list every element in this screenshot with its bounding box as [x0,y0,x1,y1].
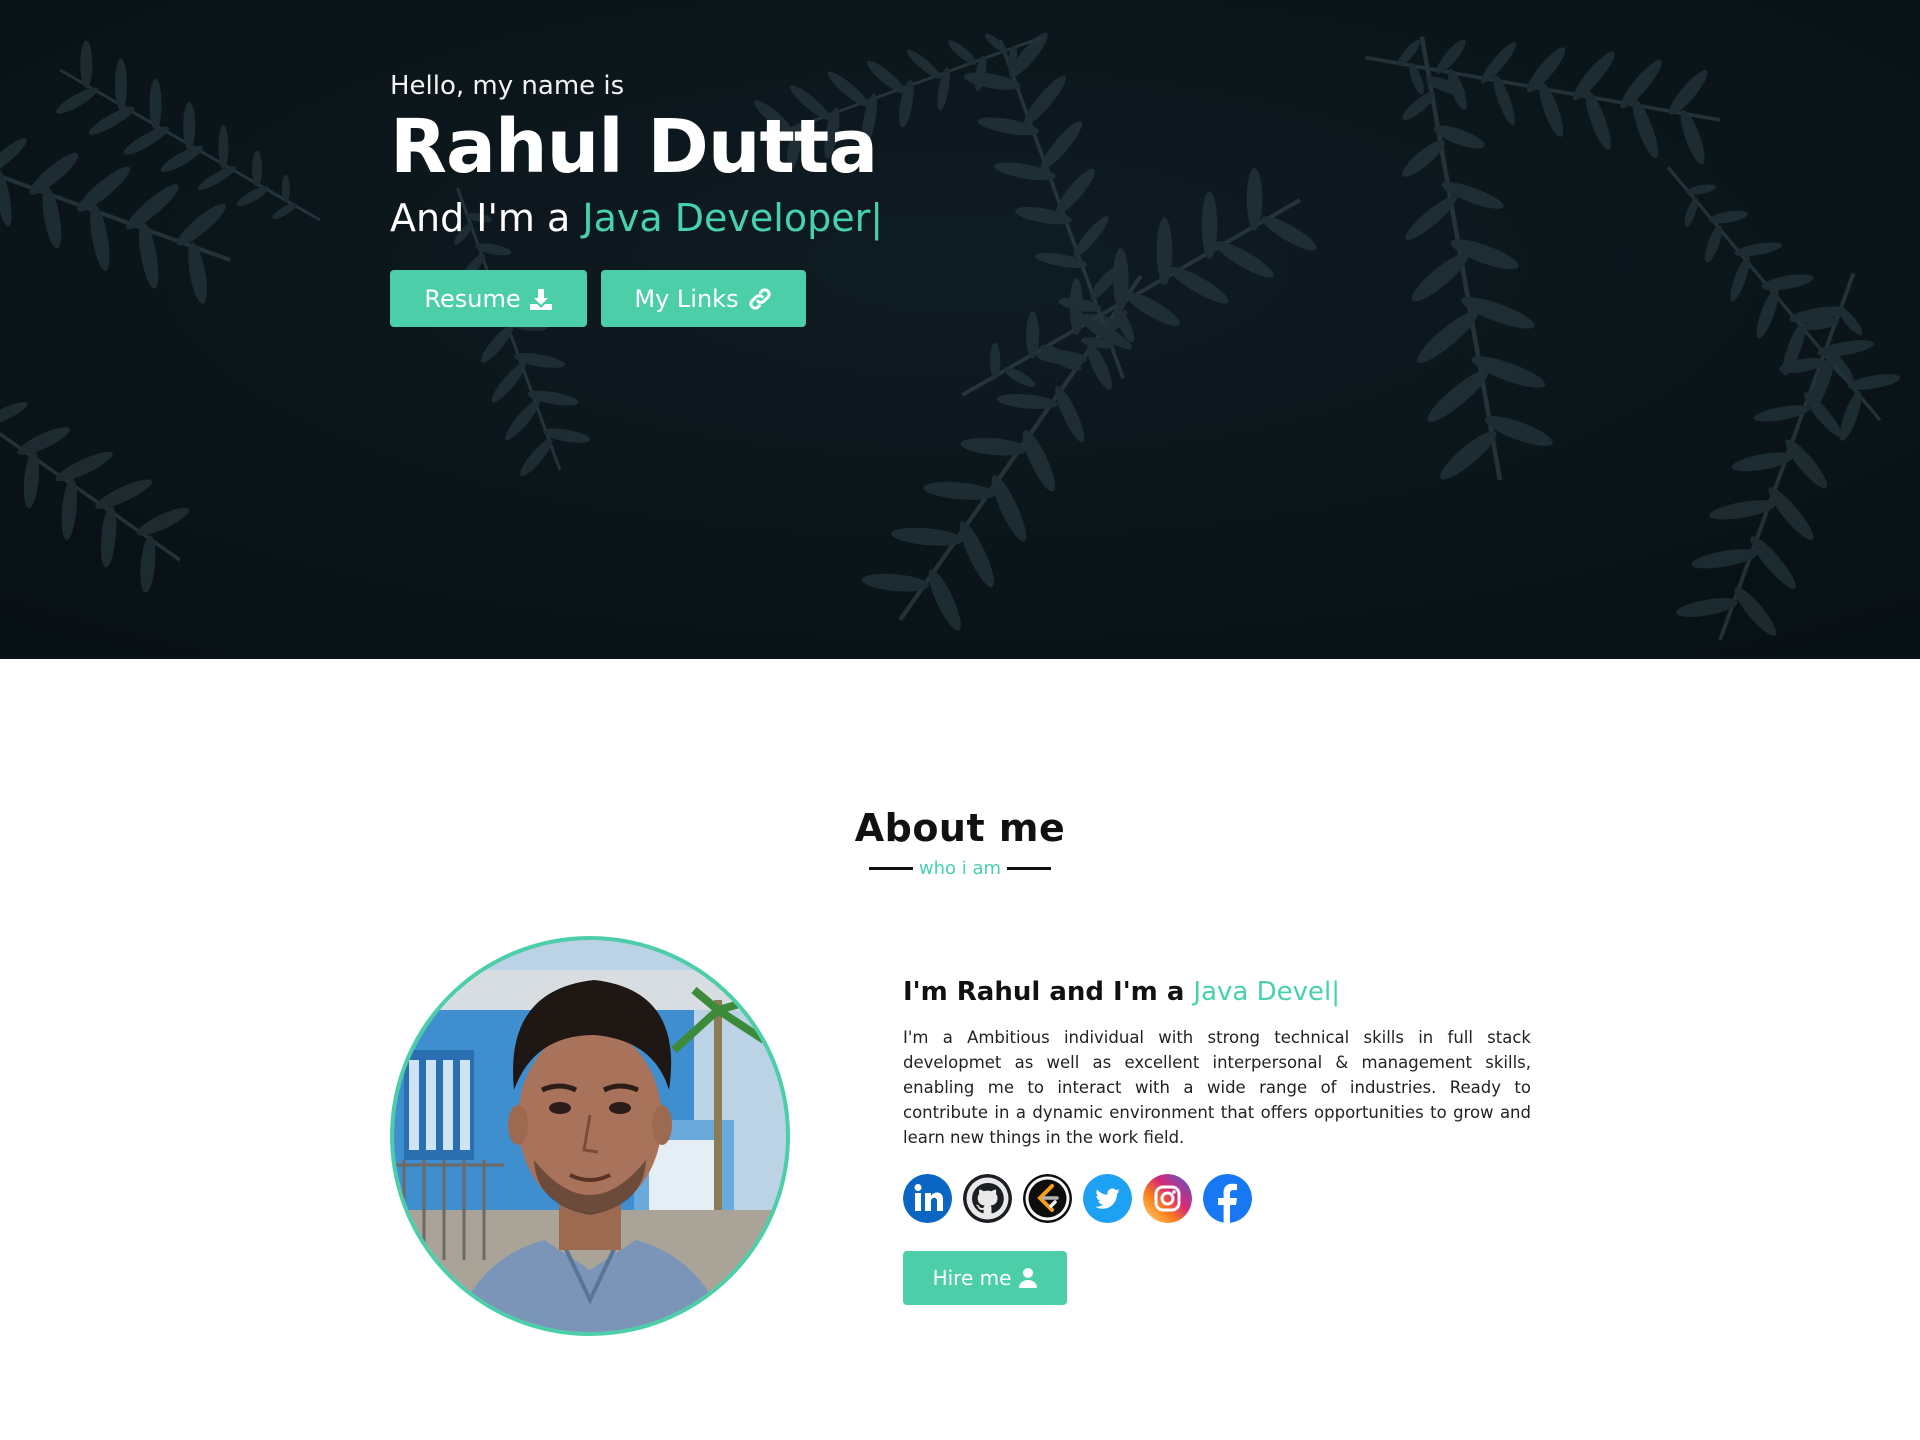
hire-me-button-label: Hire me [932,1266,1012,1290]
my-links-button[interactable]: My Links [601,270,806,327]
hero-greeting: Hello, my name is [390,71,625,101]
user-icon [1019,1268,1038,1288]
hire-me-button[interactable]: Hire me [903,1251,1067,1305]
hero-buttons: Resume My Links [390,270,883,327]
instagram-icon[interactable] [1143,1174,1192,1223]
twitter-icon[interactable] [1083,1174,1132,1223]
resume-button[interactable]: Resume [390,270,587,327]
about-subtitle-text: who i am [918,858,1002,879]
about-heading-prefix: I'm Rahul and I'm a [903,977,1194,1007]
linkedin-icon[interactable] [903,1174,952,1223]
divider-line-right [1007,867,1052,870]
hero-name: Rahul Dutta [390,104,878,190]
hero-role: And I'm a Java Developer| [390,192,883,244]
divider-line-left [868,867,913,870]
fern-background-image [0,0,1920,659]
github-icon[interactable] [963,1174,1012,1223]
profile-photo-image [394,940,786,1332]
my-links-button-label: My Links [634,284,739,313]
typing-cursor-about: | [1331,977,1340,1007]
leetcode-icon[interactable] [1023,1174,1072,1223]
hero-section: Hello, my name is Rahul Dutta And I'm a … [0,0,1920,659]
about-title: About me [854,806,1066,850]
about-heading: I'm Rahul and I'm a Java Devel| [903,975,1531,1009]
social-links [903,1174,1531,1223]
hero-role-prefix: And I'm a [390,196,583,240]
link-icon [748,287,771,310]
about-description: I'm a Ambitious individual with strong t… [903,1028,1531,1147]
typing-cursor: | [870,196,884,240]
download-icon [529,288,552,310]
hero-intro: Hello, my name is Rahul Dutta And I'm a … [390,68,883,327]
about-content: I'm Rahul and I'm a Java Devel| I'm a Am… [903,975,1531,1223]
about-subtitle: who i am [0,858,1920,879]
resume-button-label: Resume [424,284,521,313]
hero-role-typed: Java Developer [582,196,871,240]
facebook-icon[interactable] [1203,1174,1252,1223]
about-heading-typed: Java Devel [1193,977,1332,1007]
profile-photo [390,936,790,1336]
